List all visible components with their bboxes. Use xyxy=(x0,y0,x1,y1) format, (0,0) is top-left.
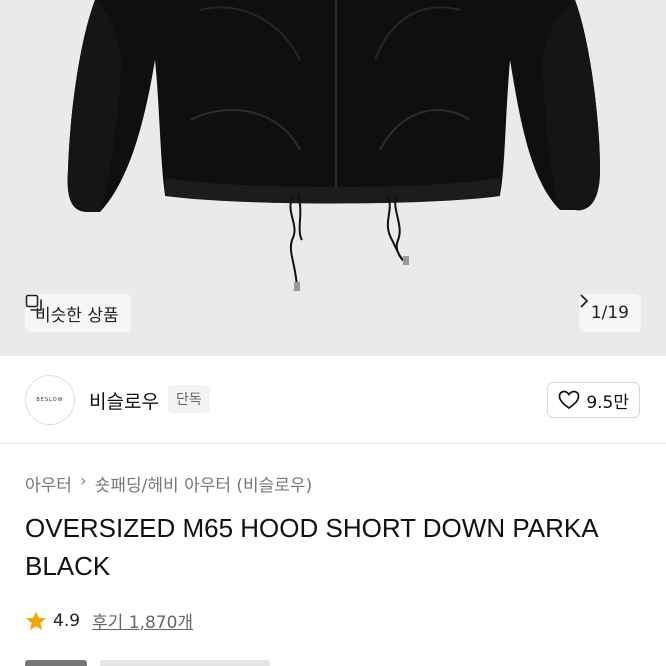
rating-score: 4.9 xyxy=(53,610,81,631)
rating-row: 4.9 후기 1,870개 xyxy=(25,608,193,633)
breadcrumb-item-outer[interactable]: 아우터 xyxy=(25,471,72,496)
similar-products-button[interactable]: 비슷한 상품 xyxy=(25,294,131,332)
chevron-right-icon xyxy=(580,294,589,308)
product-title: OVERSIZED M65 HOOD SHORT DOWN PARKA BLAC… xyxy=(25,513,598,581)
breadcrumb: 아우터 › 숏패딩/헤비 아우터 (비슬로우) xyxy=(25,471,312,496)
brand-row: BESLOW 비슬로우 단독 9.5만 xyxy=(0,356,666,444)
product-image-gallery[interactable]: 비슷한 상품 1/19 xyxy=(0,0,666,356)
like-button[interactable]: 9.5만 xyxy=(547,382,640,418)
similar-icon xyxy=(25,294,42,311)
heart-icon xyxy=(558,390,580,410)
reviews-link[interactable]: 후기 1,870개 xyxy=(92,608,193,633)
breadcrumb-item-padding[interactable]: 숏패딩/헤비 아우터 (비슬로우) xyxy=(95,471,312,496)
chevron-right-icon: › xyxy=(79,471,87,491)
partial-chip xyxy=(100,660,270,666)
gallery-counter: 1/19 xyxy=(590,303,629,323)
brand-logo[interactable]: BESLOW xyxy=(25,375,75,425)
exclusive-badge: 단독 xyxy=(168,385,210,413)
star-icon xyxy=(26,610,46,630)
brand-logo-text: BESLOW xyxy=(36,397,64,403)
similar-products-label: 비슷한 상품 xyxy=(35,305,119,326)
like-count: 9.5만 xyxy=(586,392,629,413)
brand-name[interactable]: 비슬로우 xyxy=(89,387,159,414)
gallery-counter-button[interactable]: 1/19 xyxy=(578,294,641,332)
partial-chip xyxy=(25,660,87,666)
